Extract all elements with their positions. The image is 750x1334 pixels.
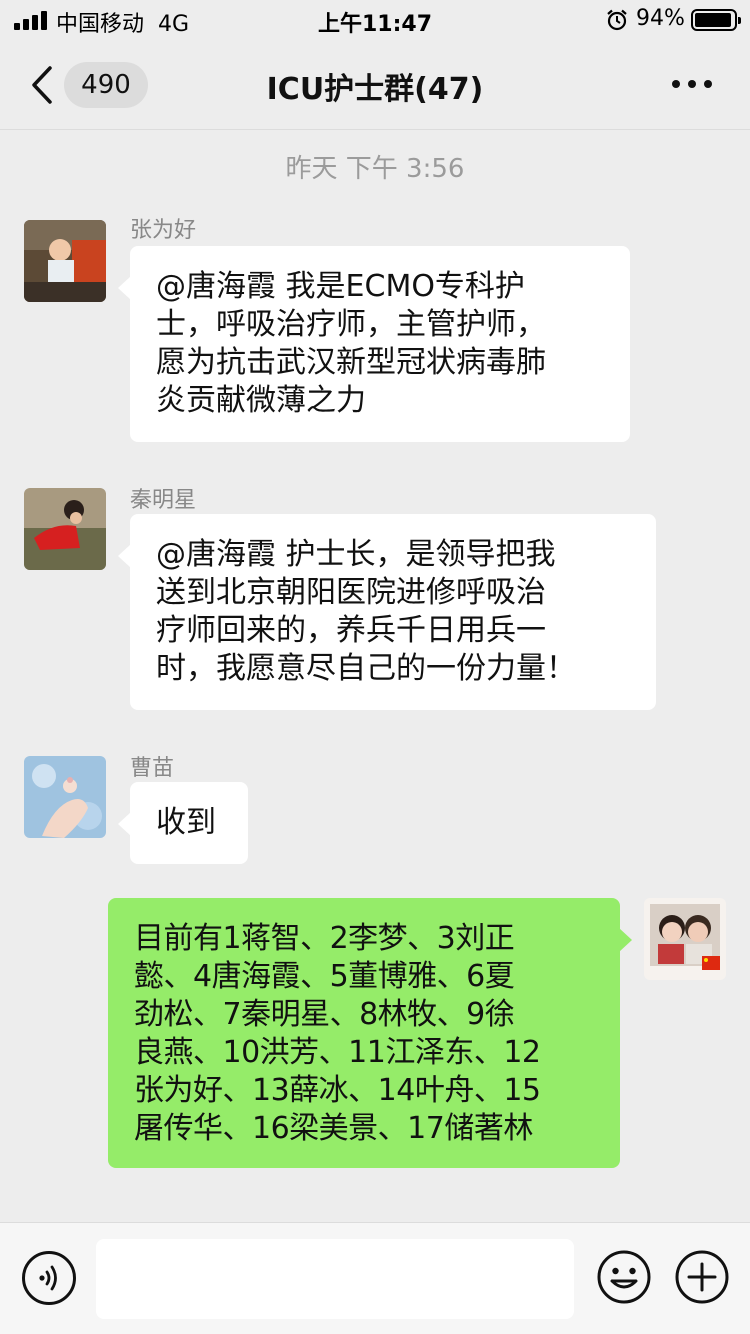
avatar-photo-icon: [24, 220, 106, 302]
avatar-photo-icon: [24, 756, 106, 838]
sender-name: 秦明星: [130, 488, 197, 513]
avatar[interactable]: [24, 488, 106, 570]
message-line: 士，呼吸治疗师，主管护师，: [156, 307, 546, 342]
my-message-bubble[interactable]: 目前有1蒋智、2李梦、3刘正 懿、4唐海霞、5董博雅、6夏 劲松、7秦明星、8林…: [108, 898, 632, 1168]
battery-fill: [695, 13, 731, 27]
back-unread-count[interactable]: 490: [64, 62, 148, 108]
input-bar: [0, 1222, 750, 1334]
message-line: 屠传华、16梁美景、17储著林: [134, 1111, 533, 1146]
message-line: 张为好、13薛冰、14叶舟、15: [134, 1073, 541, 1108]
message-line: 愿为抗击武汉新型冠状病毒肺: [156, 345, 546, 380]
my-avatar[interactable]: [644, 898, 726, 980]
back-chevron-icon[interactable]: [22, 60, 62, 110]
more-dots-icon[interactable]: [672, 78, 716, 90]
message-line: 目前有1蒋智、2李梦、3刘正: [134, 921, 515, 956]
voice-icon[interactable]: [22, 1251, 76, 1305]
battery-icon: [691, 9, 741, 31]
message-line: 疗师回来的，养兵千日用兵一: [156, 613, 546, 648]
sender-name: 张为好: [130, 218, 197, 243]
message-bubble[interactable]: @唐海霞 护士长，是领导把我 送到北京朝阳医院进修呼吸治 疗师回来的，养兵千日用…: [118, 514, 656, 710]
message-line: 收到: [156, 805, 216, 840]
battery-percent: 94%: [636, 6, 685, 31]
alarm-icon: [607, 9, 627, 31]
message-line: @唐海霞 护士长，是领导把我: [156, 537, 556, 572]
message-timestamp: 昨天 下午 3:56: [285, 154, 465, 184]
plus-icon[interactable]: [674, 1249, 730, 1305]
message-input[interactable]: [96, 1239, 574, 1319]
message-line: 送到北京朝阳医院进修呼吸治: [156, 575, 546, 610]
avatar[interactable]: [24, 220, 106, 302]
chat-screen: 中国移动 4G 上午11:47 94% 490 ICU护士群(47) 昨天 下午…: [0, 0, 750, 1334]
message-bubble[interactable]: 收到: [118, 782, 248, 864]
avatar[interactable]: [24, 756, 106, 838]
nav-bar: 490 ICU护士群(47): [0, 40, 750, 130]
message-line: 劲松、7秦明星、8林牧、9徐: [134, 997, 515, 1032]
emoji-icon[interactable]: [596, 1249, 652, 1305]
avatar-photo-icon: [24, 488, 106, 570]
chat-title: ICU护士群(47): [266, 72, 484, 107]
message-line: 时，我愿意尽自己的一份力量！: [156, 651, 576, 686]
avatar-photo-icon: [644, 898, 726, 980]
message-bubble[interactable]: @唐海霞 我是ECMO专科护 士，呼吸治疗师，主管护师， 愿为抗击武汉新型冠状病…: [118, 246, 630, 442]
message-line: 炎贡献微薄之力: [156, 383, 366, 418]
message-line: 懿、4唐海霞、5董博雅、6夏: [134, 959, 515, 994]
sender-name: 曹苗: [130, 756, 175, 781]
status-bar: 中国移动 4G 上午11:47 94%: [0, 0, 750, 40]
message-line: 良燕、10洪芳、11江泽东、12: [134, 1035, 541, 1070]
message-line: @唐海霞 我是ECMO专科护: [156, 269, 525, 304]
